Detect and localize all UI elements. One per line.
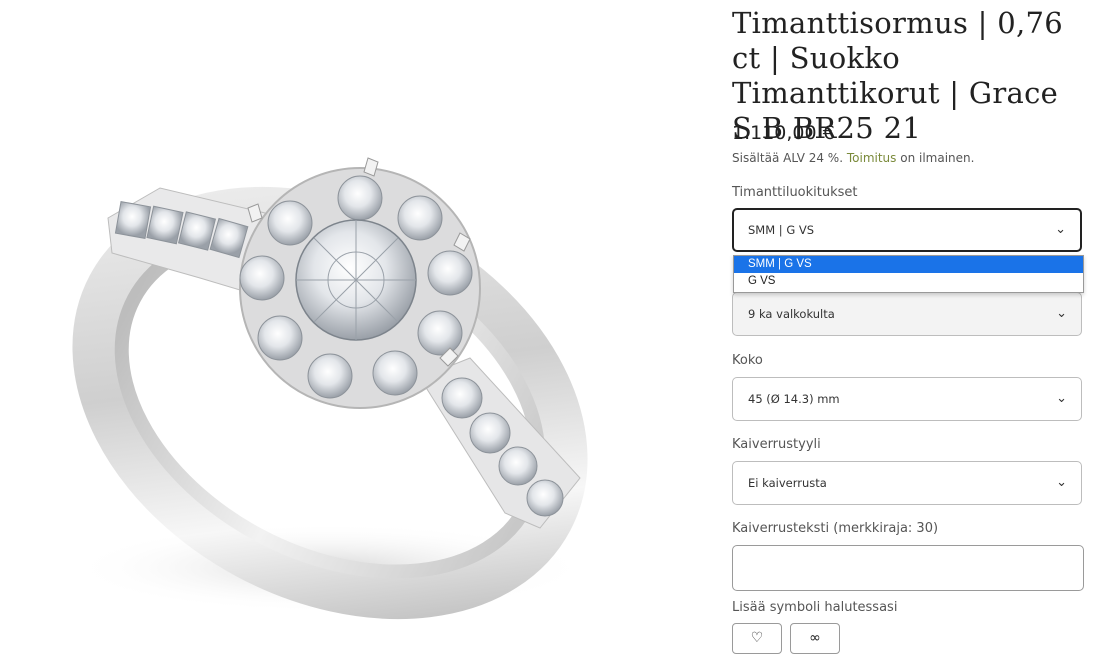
product-image[interactable] <box>0 8 690 667</box>
chevron-down-icon: ⌄ <box>1056 306 1067 321</box>
heart-symbol-button[interactable]: ♡ <box>732 623 782 654</box>
size-label: Koko <box>732 353 763 368</box>
dropdown-option[interactable]: G VS <box>734 273 1083 290</box>
diamond-grade-label: Timanttiluokitukset <box>732 185 858 200</box>
engraving-style-label: Kaiverrustyyli <box>732 437 821 452</box>
size-value: 45 (Ø 14.3) mm <box>748 392 840 406</box>
diamond-grade-value: SMM | G VS <box>748 223 815 237</box>
symbol-label: Lisää symboli halutessasi <box>732 600 898 615</box>
size-select[interactable]: 45 (Ø 14.3) mm ⌄ <box>732 377 1082 421</box>
metal-value: 9 ka valkokulta <box>748 307 835 321</box>
diamond-grade-select[interactable]: SMM | G VS ⌄ <box>732 208 1082 252</box>
diamond-grade-dropdown[interactable]: SMM | G VS G VS <box>733 255 1084 293</box>
tax-prefix: Sisältää ALV 24 %. <box>732 151 844 165</box>
metal-select[interactable]: 9 ka valkokulta ⌄ <box>732 292 1082 336</box>
engraving-style-select[interactable]: Ei kaiverrusta ⌄ <box>732 461 1082 505</box>
chevron-down-icon: ⌄ <box>1056 475 1067 490</box>
tax-suffix: on ilmainen. <box>900 151 975 165</box>
product-info: Timanttisormus | 0,76 ct | Suokko Timant… <box>732 0 1084 654</box>
chevron-down-icon: ⌄ <box>1055 222 1066 237</box>
dropdown-option[interactable]: SMM | G VS <box>734 256 1083 273</box>
product-price: 1.110,00 € <box>732 122 835 144</box>
engraving-text-input[interactable] <box>732 545 1084 591</box>
engraving-style-value: Ei kaiverrusta <box>748 476 827 490</box>
tax-info: Sisältää ALV 24 %. Toimitus on ilmainen. <box>732 151 974 165</box>
chevron-down-icon: ⌄ <box>1056 391 1067 406</box>
infinity-symbol-button[interactable]: ∞ <box>790 623 840 654</box>
engraving-text-label: Kaiverrusteksti (merkkiraja: 30) <box>732 521 939 536</box>
ring-illustration <box>70 157 590 620</box>
shipping-link[interactable]: Toimitus <box>847 151 897 165</box>
